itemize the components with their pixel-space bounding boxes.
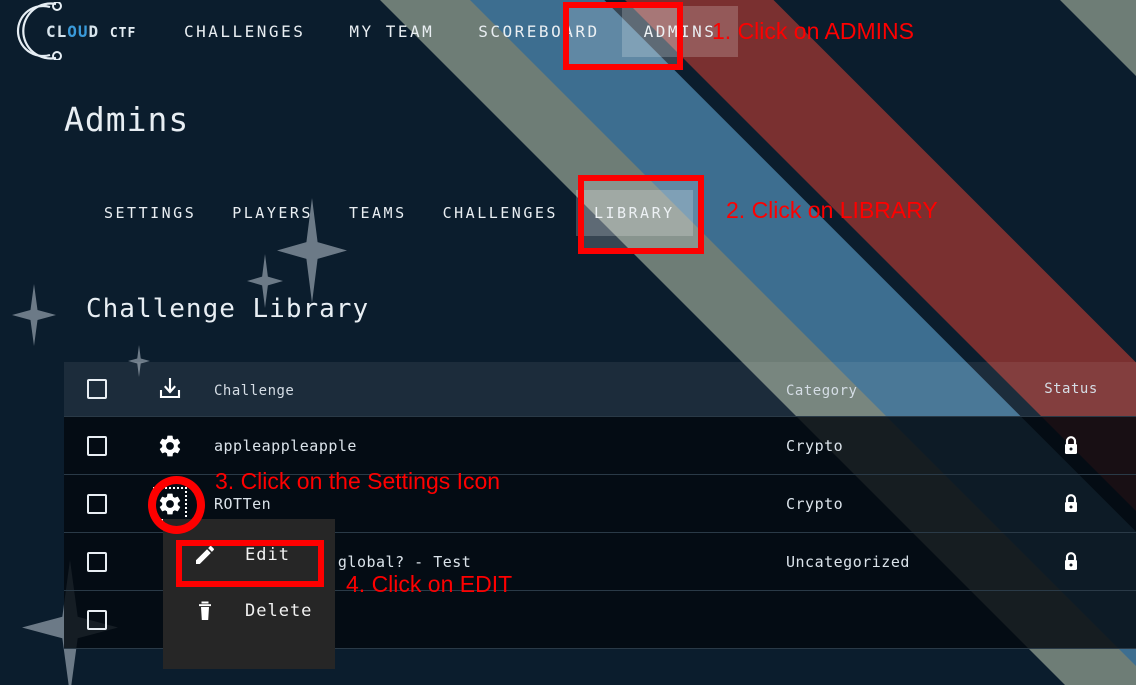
trash-icon	[193, 599, 217, 623]
column-header-challenge-cell[interactable]: Challenge	[210, 380, 786, 399]
brand-logo-text: CLOUD CTF	[46, 22, 136, 41]
column-header-status-cell[interactable]: Status	[1006, 381, 1136, 397]
row-checkbox-cell[interactable]	[64, 552, 130, 572]
app-screen: CLOUD CTF CHALLENGES MY TEAM SCOREBOARD …	[0, 0, 1136, 685]
brand-text-ctf: CTF	[110, 26, 136, 41]
row-category-cell: Crypto	[786, 494, 1006, 513]
row-status-cell	[1006, 493, 1136, 515]
row-checkbox-cell[interactable]	[64, 436, 130, 456]
tab-teams[interactable]: TEAMS	[331, 190, 425, 236]
download-icon[interactable]	[157, 376, 183, 402]
lock-icon	[1061, 493, 1081, 515]
row-checkbox[interactable]	[87, 436, 107, 456]
row-checkbox-cell[interactable]	[64, 494, 130, 514]
row-challenge-name: appleappleapple	[214, 437, 357, 455]
row-category: Crypto	[786, 437, 843, 455]
row-category: Uncategorized	[786, 553, 910, 571]
nav-item-challenges[interactable]: CHALLENGES	[162, 6, 327, 57]
sparkle-decoration	[12, 284, 56, 346]
brand-text-ou: OU	[67, 22, 88, 41]
row-checkbox[interactable]	[87, 610, 107, 630]
row-checkbox-cell[interactable]	[64, 610, 130, 630]
tab-settings[interactable]: SETTINGS	[86, 190, 214, 236]
row-checkbox[interactable]	[87, 552, 107, 572]
column-header-category-cell[interactable]: Category	[786, 380, 1006, 399]
table-row[interactable]: appleappleapple Crypto	[64, 417, 1136, 475]
row-checkbox[interactable]	[87, 494, 107, 514]
tab-players[interactable]: PLAYERS	[214, 190, 331, 236]
tab-challenges[interactable]: CHALLENGES	[425, 190, 576, 236]
row-category: Crypto	[786, 495, 843, 513]
lock-icon	[1061, 435, 1081, 457]
annotation-label-3: 3. Click on the Settings Icon	[215, 468, 500, 495]
row-status-cell	[1006, 551, 1136, 573]
table-header-row: Challenge Category Status	[64, 362, 1136, 417]
brand-logo[interactable]: CLOUD CTF	[0, 0, 150, 62]
brand-text-d: D	[89, 22, 100, 41]
nav-item-my-team[interactable]: MY TEAM	[327, 6, 456, 57]
column-header-status: Status	[1044, 381, 1098, 397]
annotation-label-2: 2. Click on LIBRARY	[726, 197, 938, 224]
gear-icon[interactable]	[157, 433, 183, 459]
column-header-category: Category	[786, 383, 857, 399]
download-button-cell[interactable]	[130, 376, 210, 402]
annotation-box-admins	[563, 2, 683, 70]
column-header-challenge: Challenge	[214, 383, 294, 399]
context-menu-delete-label: Delete	[245, 601, 312, 621]
row-category-cell: Uncategorized	[786, 552, 1006, 571]
row-challenge-name: ROTTen	[214, 495, 271, 513]
annotation-label-4: 4. Click on EDIT	[346, 571, 512, 598]
annotation-label-1: 1. Click on ADMINS	[712, 18, 914, 45]
row-category-cell: Crypto	[786, 436, 1006, 455]
context-menu-item-delete[interactable]: Delete	[163, 583, 335, 639]
select-all-checkbox-cell[interactable]	[64, 379, 130, 399]
select-all-checkbox[interactable]	[87, 379, 107, 399]
page-title: Admins	[64, 100, 189, 139]
annotation-box-edit	[176, 540, 324, 587]
row-challenge-name-cell: appleappleapple	[210, 436, 786, 455]
lock-icon	[1061, 551, 1081, 573]
row-challenge-name-cell: ROTTen	[210, 494, 786, 513]
row-status-cell	[1006, 435, 1136, 457]
annotation-ellipse-settings-icon	[148, 476, 205, 534]
annotation-box-library	[578, 175, 704, 254]
section-title: Challenge Library	[86, 294, 369, 324]
row-settings-cell[interactable]	[130, 433, 210, 459]
brand-text-cl: CL	[46, 22, 67, 41]
